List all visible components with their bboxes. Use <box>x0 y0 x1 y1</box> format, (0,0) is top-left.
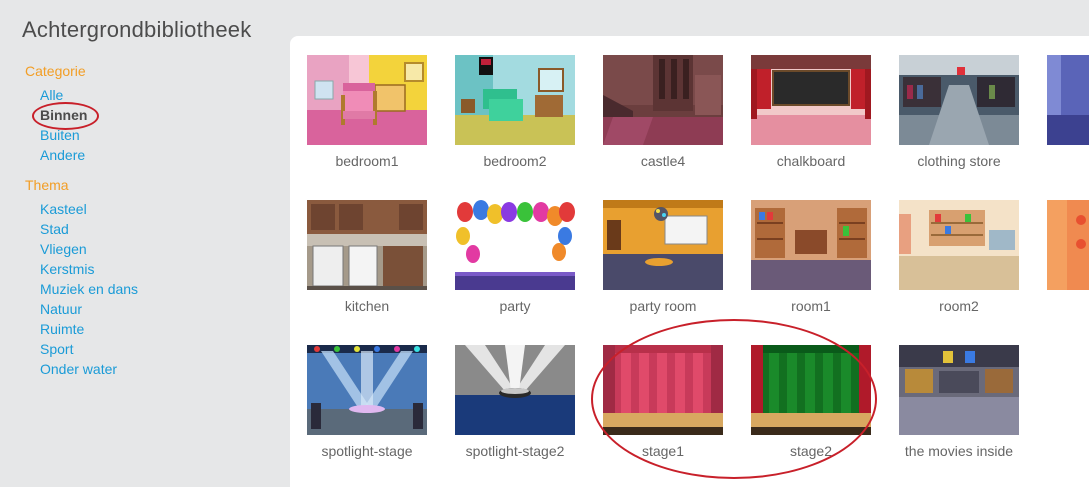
backdrop-thumbnail <box>1047 55 1089 145</box>
backdrop-chalkboard[interactable]: chalkboard <box>751 55 871 169</box>
backdrop-party-room[interactable]: party room <box>603 200 723 314</box>
backdrop-bedroom2[interactable]: bedroom2 <box>455 55 575 169</box>
page-title: Achtergrondbibliotheek <box>22 17 252 42</box>
backdrop-label: party <box>499 298 531 314</box>
backdrop-label: spotlight-stage <box>321 443 413 459</box>
backdrop-stage1[interactable]: stage1 <box>603 345 723 459</box>
theme-sport[interactable]: Sport <box>25 339 73 359</box>
backdrop-room2[interactable]: room2 <box>899 200 1019 314</box>
backdrop-kitchen[interactable]: kitchen <box>307 200 427 314</box>
backdrop-label: bedroom2 <box>483 153 547 169</box>
category-binnen[interactable]: Binnen <box>25 102 100 130</box>
backdrop-grid: bedroom1 bedroom2 castle4 chalkboard clo… <box>290 36 1089 487</box>
theme-kasteel[interactable]: Kasteel <box>25 199 87 219</box>
backdrop-label: room1 <box>791 298 831 314</box>
backdrop-clothing-store[interactable]: clothing store <box>899 55 1019 169</box>
category-buiten[interactable]: Buiten <box>25 125 80 145</box>
theme-stad[interactable]: Stad <box>25 219 69 239</box>
backdrop-castle4[interactable]: castle4 <box>603 55 723 169</box>
backdrop-label: the movies inside <box>904 443 1014 459</box>
backdrop-bedroom1[interactable]: bedroom1 <box>307 55 427 169</box>
backdrop-spotlight-stage2[interactable]: spotlight-stage2 <box>455 345 575 459</box>
backdrop-party[interactable]: party <box>455 200 575 314</box>
backdrop-label: room2 <box>939 298 979 314</box>
backdrop-thumbnail <box>307 345 427 435</box>
backdrop-thumbnail <box>751 55 871 145</box>
backdrop-the-movies-inside[interactable]: the movies inside <box>899 345 1019 459</box>
backdrop-label: clothing store <box>917 153 1001 169</box>
theme-onder-water[interactable]: Onder water <box>25 359 117 379</box>
backdrop-thumbnail <box>455 55 575 145</box>
backdrop-thumbnail <box>307 55 427 145</box>
category-andere[interactable]: Andere <box>25 145 85 165</box>
theme-muziek-en-dans[interactable]: Muziek en dans <box>25 279 138 299</box>
backdrop-label: stage1 <box>641 443 685 459</box>
theme-natuur[interactable]: Natuur <box>25 299 82 319</box>
backdrop-thumbnail <box>455 200 575 290</box>
backdrop-thumbnail <box>751 200 871 290</box>
theme-ruimte[interactable]: Ruimte <box>25 319 84 339</box>
backdrop-thumbnail <box>603 200 723 290</box>
backdrop-label: party room <box>629 298 697 314</box>
backdrop-room1[interactable]: room1 <box>751 200 871 314</box>
backdrop-thumbnail <box>899 55 1019 145</box>
backdrop-label: kitchen <box>344 298 390 314</box>
backdrop-spotlight-stage[interactable]: spotlight-stage <box>307 345 427 459</box>
backdrop-thumbnail <box>899 200 1019 290</box>
backdrop-thumbnail <box>1047 200 1089 290</box>
backdrop-stage2[interactable]: stage2 <box>751 345 871 459</box>
backdrop-label: bedroom1 <box>335 153 399 169</box>
backdrop-label: chalkboard <box>776 153 846 169</box>
backdrop-thumbnail <box>455 345 575 435</box>
backdrop-label: spotlight-stage2 <box>465 443 565 459</box>
backdrop-label: castle4 <box>640 153 686 169</box>
theme-heading: Thema <box>25 177 69 193</box>
backdrop-partial-row1[interactable] <box>1047 55 1089 145</box>
sidebar: Categorie Alle Binnen Buiten Andere Them… <box>25 63 275 379</box>
backdrop-thumbnail <box>603 345 723 435</box>
category-heading: Categorie <box>25 63 86 79</box>
theme-kerstmis[interactable]: Kerstmis <box>25 259 94 279</box>
backdrop-thumbnail <box>899 345 1019 435</box>
backdrop-thumbnail <box>307 200 427 290</box>
backdrop-thumbnail <box>603 55 723 145</box>
backdrop-label: stage2 <box>789 443 833 459</box>
backdrop-partial-row2[interactable] <box>1047 200 1089 290</box>
backdrop-thumbnail <box>751 345 871 435</box>
theme-vliegen[interactable]: Vliegen <box>25 239 87 259</box>
